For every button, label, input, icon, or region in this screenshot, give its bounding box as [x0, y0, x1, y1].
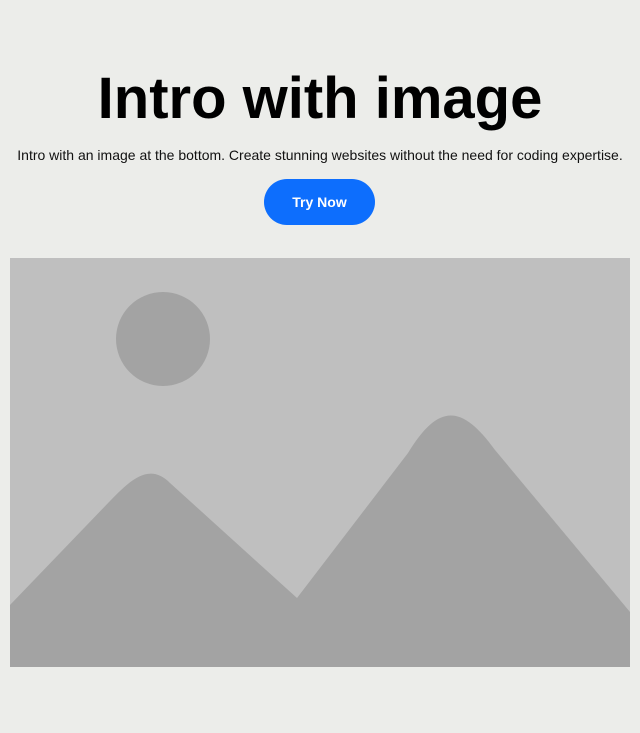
image-placeholder [10, 258, 630, 667]
sun-icon [116, 292, 210, 386]
try-now-button[interactable]: Try Now [264, 179, 375, 225]
intro-text: Intro with an image at the bottom. Creat… [17, 147, 623, 163]
hero-section: Intro with image Intro with an image at … [0, 0, 640, 733]
image-placeholder-icon [10, 258, 630, 667]
page-title: Intro with image [97, 66, 543, 131]
